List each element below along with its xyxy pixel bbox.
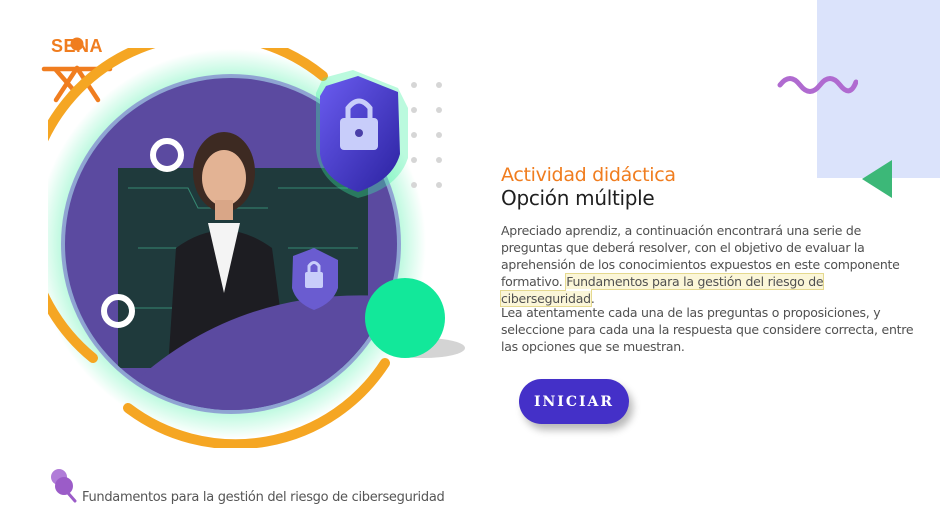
footer-course-title: Fundamentos para la gestión del riesgo d…	[82, 490, 445, 505]
dot-decoration	[436, 132, 442, 138]
page-title: Opción múltiple	[501, 186, 655, 210]
dot-decoration	[411, 182, 417, 188]
intro-paragraph: Apreciado aprendiz, a continuación encon…	[499, 222, 919, 307]
wave-decoration	[777, 76, 858, 94]
dot-decoration	[411, 82, 417, 88]
dot-decoration	[411, 157, 417, 163]
dot-decoration	[411, 132, 417, 138]
hero-illustration	[48, 48, 465, 448]
dot-decoration	[411, 107, 417, 113]
pin-icon	[51, 469, 77, 503]
dot-decoration	[436, 107, 442, 113]
instructions-paragraph: Lea atentamente cada una de las pregunta…	[501, 305, 914, 354]
dot-decoration	[436, 182, 442, 188]
start-button[interactable]: INICIAR	[519, 379, 629, 424]
triangle-decoration	[862, 160, 892, 198]
dot-decoration	[436, 157, 442, 163]
dot-decoration	[436, 82, 442, 88]
activity-kicker: Actividad didáctica	[501, 164, 676, 186]
